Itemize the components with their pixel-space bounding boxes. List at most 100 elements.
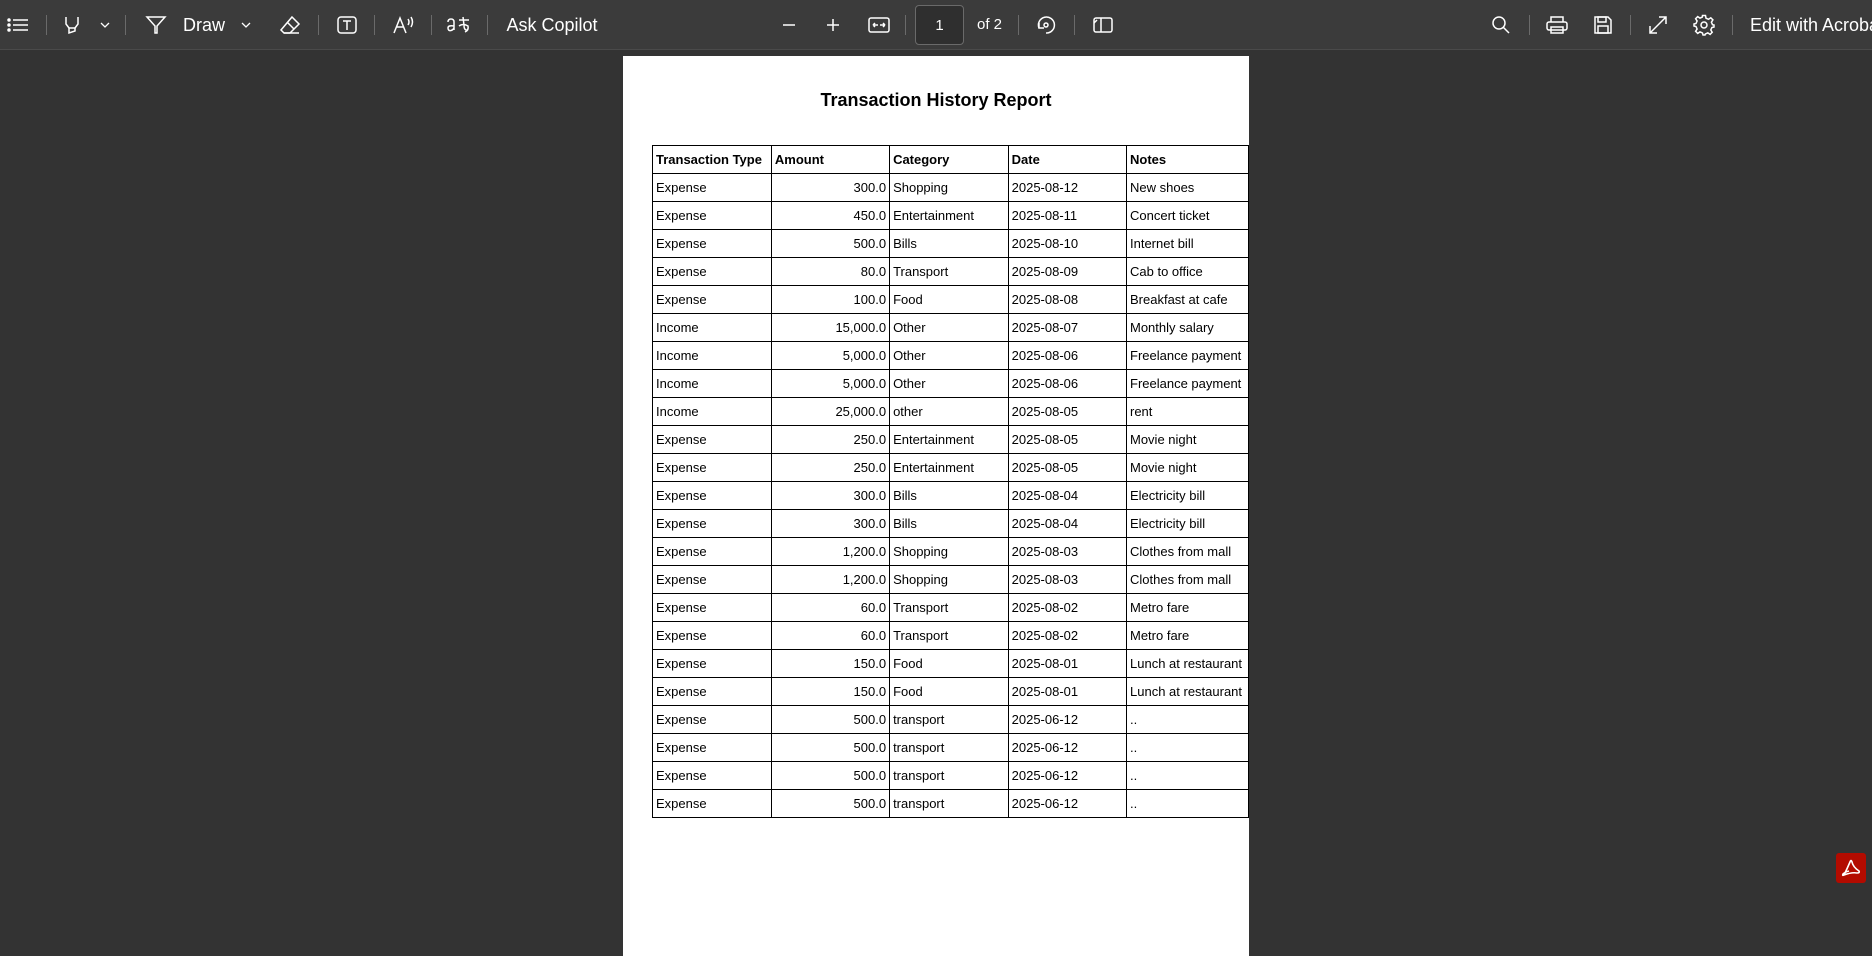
fit-page-icon[interactable] bbox=[866, 0, 892, 50]
toolbar-divider bbox=[431, 15, 432, 35]
table-row: Expense 60.0 Transport 2025-08-02 Metro fare bbox=[652, 621, 1249, 650]
table-header-row: Transaction Type Amount Category Date Notes bbox=[652, 145, 1249, 174]
edit-with-acrobat-button[interactable]: Edit with Acrobat bbox=[1750, 0, 1872, 50]
table-cell: 150.0 bbox=[770, 677, 891, 706]
table-cell: Transport bbox=[889, 621, 1009, 650]
table-row: Income 5,000.0 Other 2025-08-06 Freelance pa… bbox=[652, 341, 1249, 370]
page-count: of 2 bbox=[977, 16, 1003, 33]
table-cell: Expense bbox=[652, 677, 772, 706]
column-header: Date bbox=[1007, 145, 1128, 174]
table-cell: Income bbox=[652, 397, 772, 426]
table-cell: Expense bbox=[652, 649, 772, 678]
toolbar-divider bbox=[487, 15, 488, 35]
table-cell: 250.0 bbox=[770, 453, 891, 482]
table-cell: Food bbox=[889, 677, 1009, 706]
table-row: Expense 500.0 transport 2025-06-12.. bbox=[652, 789, 1249, 818]
table-cell: Entertainment bbox=[889, 453, 1009, 482]
table-cell: Expense bbox=[652, 201, 772, 230]
rotate-icon[interactable] bbox=[1033, 0, 1059, 50]
save-icon[interactable] bbox=[1590, 0, 1616, 50]
table-cell: 250.0 bbox=[770, 425, 891, 454]
table-cell: Breakfast at cafe bbox=[1126, 285, 1249, 314]
table-cell: 15,000.0 bbox=[770, 313, 891, 342]
table-cell: 300.0 bbox=[770, 173, 891, 202]
toolbar-divider bbox=[1529, 15, 1530, 35]
table-cell: Freelance payment bbox=[1126, 369, 1249, 398]
toolbar-divider bbox=[1074, 15, 1075, 35]
column-header: Notes bbox=[1126, 145, 1249, 174]
table-cell: Concert ticket bbox=[1126, 201, 1249, 230]
table-row: Income 25,000.0 other 2025-08-05 rent bbox=[652, 397, 1249, 426]
table-cell: Expense bbox=[652, 789, 772, 818]
table-cell: 2025-08-04 bbox=[1007, 509, 1128, 538]
table-cell: Expense bbox=[652, 761, 772, 790]
table-cell: Expense bbox=[652, 453, 772, 482]
page-number-input[interactable]: 1 bbox=[915, 5, 964, 45]
table-cell: 500.0 bbox=[770, 733, 891, 762]
settings-icon[interactable] bbox=[1691, 0, 1717, 50]
table-cell: .. bbox=[1126, 761, 1249, 790]
table-cell: 300.0 bbox=[770, 481, 891, 510]
table-cell: New shoes bbox=[1126, 173, 1249, 202]
toolbar-divider bbox=[1018, 15, 1019, 35]
table-cell: Other bbox=[889, 341, 1009, 370]
toolbar-divider bbox=[125, 15, 126, 35]
table-cell: 2025-06-12 bbox=[1007, 705, 1128, 734]
table-cell: 2025-08-01 bbox=[1007, 677, 1128, 706]
table-cell: transport bbox=[889, 733, 1009, 762]
table-cell: Entertainment bbox=[889, 425, 1009, 454]
zoom-out-icon[interactable] bbox=[778, 0, 800, 50]
table-cell: Income bbox=[652, 369, 772, 398]
table-cell: transport bbox=[889, 705, 1009, 734]
table-row: Expense 60.0 Transport 2025-08-02 Metro fare bbox=[652, 593, 1249, 622]
table-cell: Bills bbox=[889, 229, 1009, 258]
table-cell: 2025-08-09 bbox=[1007, 257, 1128, 286]
table-row: Income 5,000.0 Other 2025-08-06 Freelance pa… bbox=[652, 369, 1249, 398]
table-cell: 25,000.0 bbox=[770, 397, 891, 426]
table-cell: Income bbox=[652, 341, 772, 370]
highlight-icon[interactable] bbox=[58, 0, 86, 50]
ask-copilot-button[interactable]: Ask Copilot bbox=[504, 0, 600, 50]
table-cell: Expense bbox=[652, 733, 772, 762]
text-box-icon[interactable] bbox=[333, 0, 361, 50]
table-row: Expense 500.0 transport 2025-06-12.. bbox=[652, 761, 1249, 790]
fullscreen-icon[interactable] bbox=[1645, 0, 1671, 50]
table-row: Expense 150.0 Food 2025-08-01 Lunch at resta… bbox=[652, 649, 1249, 678]
page-view-icon[interactable] bbox=[1090, 0, 1116, 50]
erase-icon[interactable] bbox=[276, 0, 304, 50]
table-cell: Expense bbox=[652, 173, 772, 202]
acrobat-icon[interactable] bbox=[1836, 853, 1866, 883]
table-cell: Freelance payment bbox=[1126, 341, 1249, 370]
transaction-table: Transaction Type Amount Category Date Notes … bbox=[652, 145, 1249, 818]
read-aloud-icon[interactable] bbox=[390, 0, 418, 50]
table-cell: 2025-08-02 bbox=[1007, 621, 1128, 650]
table-row: Expense 150.0 Food 2025-08-01 Lunch at resta… bbox=[652, 677, 1249, 706]
draw-button[interactable]: Draw bbox=[180, 0, 228, 50]
table-cell: Expense bbox=[652, 425, 772, 454]
table-row: Expense 250.0 Entertainment 2025-08-05 Movie… bbox=[652, 425, 1249, 454]
table-cell: Lunch at restaurant bbox=[1126, 677, 1249, 706]
table-cell: .. bbox=[1126, 705, 1249, 734]
contents-icon[interactable] bbox=[4, 0, 32, 50]
table-cell: Income bbox=[652, 313, 772, 342]
table-row: Income 15,000.0 Other 2025-08-07 Monthly sal… bbox=[652, 313, 1249, 342]
draw-options-chevron-down-icon[interactable] bbox=[237, 0, 255, 50]
table-cell: 80.0 bbox=[770, 257, 891, 286]
zoom-in-icon[interactable] bbox=[822, 0, 844, 50]
table-cell: Metro fare bbox=[1126, 621, 1249, 650]
table-row: Expense 1,200.0 Shopping 2025-08-03 Clothes … bbox=[652, 565, 1249, 594]
highlight-options-chevron-down-icon[interactable] bbox=[96, 0, 114, 50]
table-cell: Metro fare bbox=[1126, 593, 1249, 622]
table-cell: 2025-08-06 bbox=[1007, 369, 1128, 398]
table-cell: Cab to office bbox=[1126, 257, 1249, 286]
draw-icon[interactable] bbox=[142, 0, 170, 50]
table-row: Expense 450.0 Entertainment 2025-08-11 Conce… bbox=[652, 201, 1249, 230]
table-cell: Expense bbox=[652, 229, 772, 258]
print-icon[interactable] bbox=[1544, 0, 1570, 50]
search-icon[interactable] bbox=[1488, 0, 1514, 50]
toolbar-divider bbox=[46, 15, 47, 35]
translate-icon[interactable] bbox=[444, 0, 474, 50]
table-cell: 2025-08-10 bbox=[1007, 229, 1128, 258]
table-cell: 2025-08-12 bbox=[1007, 173, 1128, 202]
column-header: Amount bbox=[770, 145, 891, 174]
